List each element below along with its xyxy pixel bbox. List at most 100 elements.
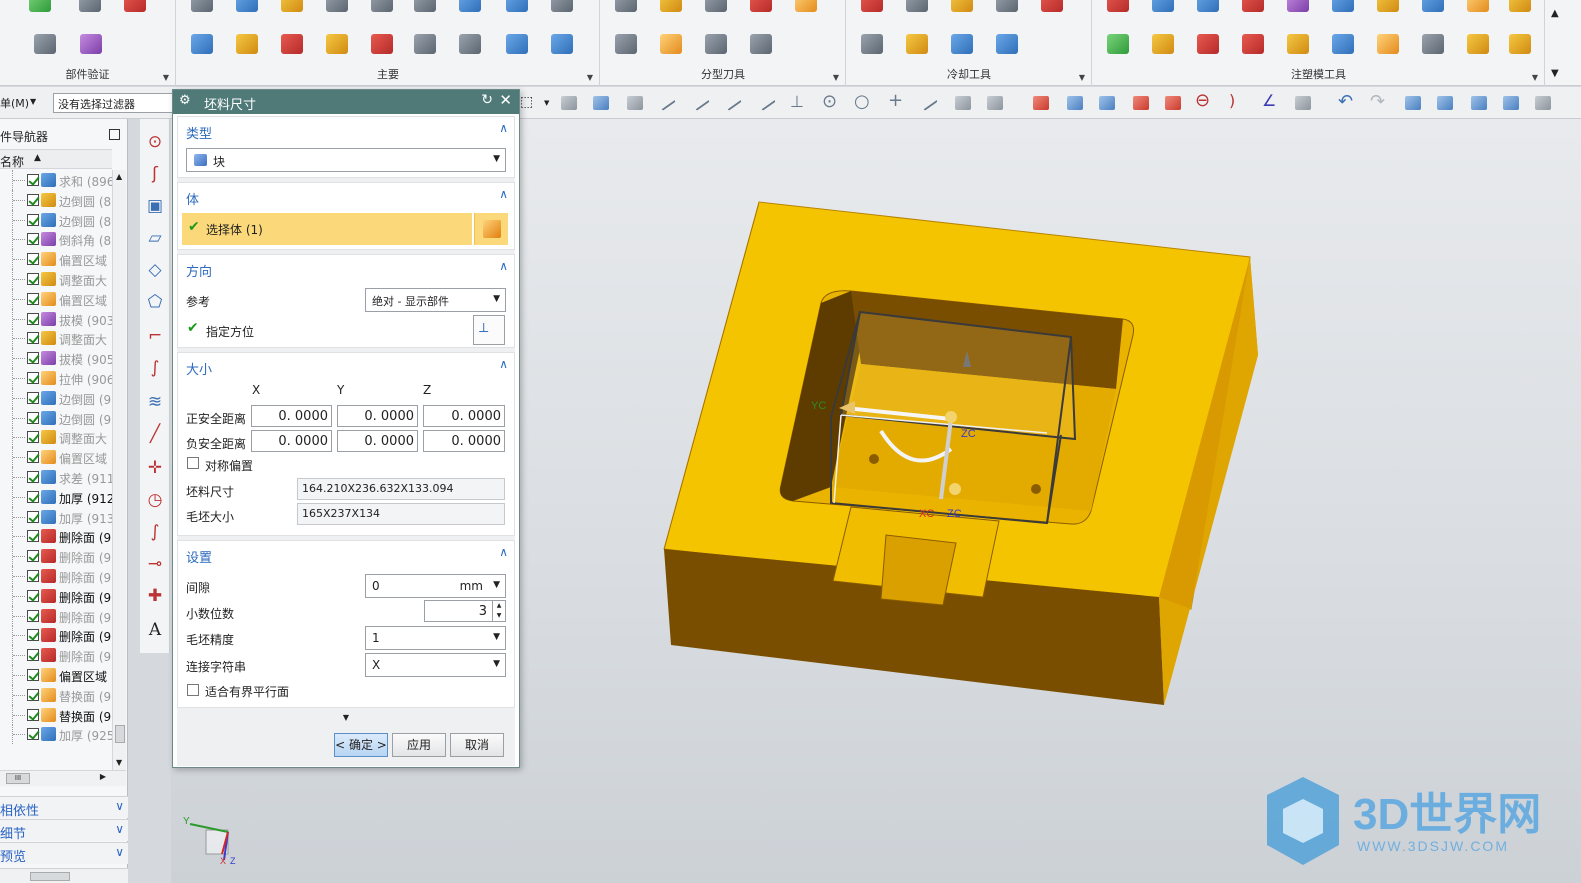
feature-row[interactable]: 边倒圆 (9 — [0, 407, 112, 428]
mold-tool-icon-3[interactable] — [1193, 0, 1223, 16]
feature-row[interactable]: 删除面 (9 — [0, 605, 112, 626]
cooling-icon-7[interactable] — [902, 30, 932, 58]
mold-tool-icon-10[interactable] — [1505, 0, 1535, 16]
workpiece-icon[interactable] — [277, 30, 307, 58]
intersect-icon[interactable]: ⊥ — [790, 92, 804, 111]
feature-checkbox[interactable] — [27, 193, 39, 206]
feature-row[interactable]: 拔模 (905 — [0, 348, 112, 369]
mold-tool-icon-1[interactable] — [1103, 0, 1133, 16]
datum-plane-icon[interactable]: ◇ — [144, 259, 166, 281]
surface-analysis-icon[interactable] — [76, 30, 106, 58]
feature-row[interactable]: 偏置区域 — [0, 288, 112, 309]
dropdown-icon[interactable]: ▼ — [493, 154, 500, 164]
parting-icon-2[interactable] — [656, 0, 686, 16]
gear-icon[interactable]: ⚙ — [179, 93, 191, 108]
snap-off-icon[interactable] — [1030, 93, 1052, 113]
feature-row[interactable]: 调整面大 — [0, 427, 112, 448]
feature-checkbox[interactable] — [27, 669, 39, 681]
feature-row[interactable]: 删除面 (9 — [0, 625, 112, 646]
group-dropdown-icon[interactable]: ▼ — [587, 73, 593, 82]
feature-row[interactable]: 拉伸 (906 — [0, 368, 112, 388]
feature-row[interactable]: 替换面 (9 — [0, 684, 112, 705]
neg-clearance-x[interactable]: 0. 0000 — [251, 430, 332, 452]
neg-clearance-y[interactable]: 0. 0000 — [337, 430, 418, 452]
maximize-icon[interactable] — [109, 129, 120, 140]
face-icon[interactable]: ▣ — [144, 195, 166, 217]
tangent-icon[interactable] — [918, 93, 940, 113]
mesh-icon[interactable] — [984, 93, 1006, 113]
manip-handle-2[interactable] — [949, 483, 961, 495]
pos-clearance-z[interactable]: 0. 0000 — [423, 405, 505, 427]
feature-row[interactable]: 加厚 (925 — [0, 724, 112, 745]
point-set-icon[interactable]: ✛ — [144, 457, 166, 479]
parting-icon-4[interactable] — [746, 0, 776, 16]
feature-row[interactable]: 求差 (911 — [0, 467, 112, 487]
mold-tool-icon-15[interactable] — [1283, 30, 1313, 58]
mold-base-icon[interactable] — [367, 30, 397, 58]
chevron-down-icon[interactable]: ∨ — [115, 822, 124, 836]
feature-checkbox[interactable] — [27, 352, 39, 365]
circle-point-icon[interactable]: ⊙ — [144, 131, 166, 153]
feature-row[interactable]: 边倒圆 (9 — [0, 387, 112, 408]
group-dropdown-icon[interactable]: ▼ — [833, 73, 839, 82]
cooling-icon-9[interactable] — [992, 30, 1022, 58]
text-icon[interactable]: A — [144, 619, 166, 641]
csys-button[interactable]: ⟂ — [473, 315, 505, 345]
feature-row[interactable]: 边倒圆 (8 — [0, 209, 112, 230]
feature-checkbox[interactable] — [27, 530, 39, 543]
cooling-icon-1[interactable] — [857, 0, 887, 16]
layout-icon[interactable] — [322, 30, 352, 58]
feature-checkbox[interactable] — [27, 688, 39, 701]
dashed-line-icon[interactable]: ╱ — [144, 423, 166, 445]
feature-checkbox[interactable] — [27, 411, 39, 424]
mold-tool-icon-14[interactable] — [1238, 30, 1268, 58]
shrink-icon[interactable] — [232, 30, 262, 58]
feature-checkbox[interactable] — [27, 174, 39, 186]
type-select[interactable]: 块 ▼ — [186, 148, 506, 172]
nav-section-details[interactable]: 细节 ∨ — [0, 819, 128, 842]
feature-checkbox[interactable] — [27, 471, 39, 483]
select-box-icon[interactable]: ⬚ — [520, 94, 533, 110]
box-icon[interactable] — [120, 0, 150, 16]
mold-tool-icon-4[interactable] — [1238, 0, 1268, 16]
orient-icon[interactable] — [1532, 93, 1554, 113]
feature-checkbox[interactable] — [27, 213, 39, 226]
feature-icon-3[interactable] — [1130, 93, 1152, 113]
parting-icon-8[interactable] — [701, 30, 731, 58]
dropdown-icon[interactable]: ▼ — [493, 294, 500, 304]
cooling-icon-8[interactable] — [947, 30, 977, 58]
bottom-scrollbar[interactable] — [0, 868, 128, 883]
cylinder-icon[interactable] — [502, 30, 532, 58]
wcs-icon[interactable] — [1500, 93, 1522, 113]
more-options-toggle[interactable]: ▼ — [177, 710, 515, 726]
chevron-up-icon[interactable]: ∧ — [499, 121, 508, 135]
feature-checkbox[interactable] — [27, 629, 39, 642]
name-column-header[interactable]: 名称 ▲ — [0, 149, 112, 169]
circle-arc-icon[interactable]: ◷ — [144, 489, 166, 511]
parting-icon-6[interactable] — [611, 30, 641, 58]
feature-checkbox[interactable] — [27, 708, 39, 721]
chevron-up-icon[interactable]: ∧ — [499, 357, 508, 371]
cooling-icon-3[interactable] — [947, 0, 977, 16]
curve-icon[interactable] — [722, 93, 744, 113]
select-body-button[interactable] — [474, 213, 508, 245]
precision-select[interactable]: 1 ▼ — [365, 626, 506, 650]
helix-icon[interactable]: ≋ — [144, 391, 166, 413]
intersection-icon[interactable]: ✚ — [144, 585, 166, 607]
feature-checkbox[interactable] — [27, 550, 39, 563]
feature-icon-1[interactable] — [1064, 93, 1086, 113]
feature-checkbox[interactable] — [27, 609, 39, 622]
ruler-icon[interactable] — [1292, 93, 1314, 113]
check-icon[interactable] — [25, 0, 55, 16]
mold-tool-icon-18[interactable] — [1418, 30, 1448, 58]
dropdown-icon[interactable]: ▼ — [493, 659, 500, 669]
feature-checkbox[interactable] — [27, 589, 39, 602]
mold-tool-icon-13[interactable] — [1193, 30, 1223, 58]
ribbon-more-icon[interactable]: ▲ — [1551, 8, 1559, 19]
measure-angle-2-icon[interactable]: ∠ — [1262, 91, 1276, 110]
feature-checkbox[interactable] — [27, 510, 39, 523]
mold-tool-icon-8[interactable] — [1418, 0, 1448, 16]
feature-checkbox[interactable] — [27, 570, 39, 582]
mold-tool-icon-11[interactable] — [1103, 30, 1133, 58]
draft-analysis-icon[interactable] — [75, 0, 105, 16]
